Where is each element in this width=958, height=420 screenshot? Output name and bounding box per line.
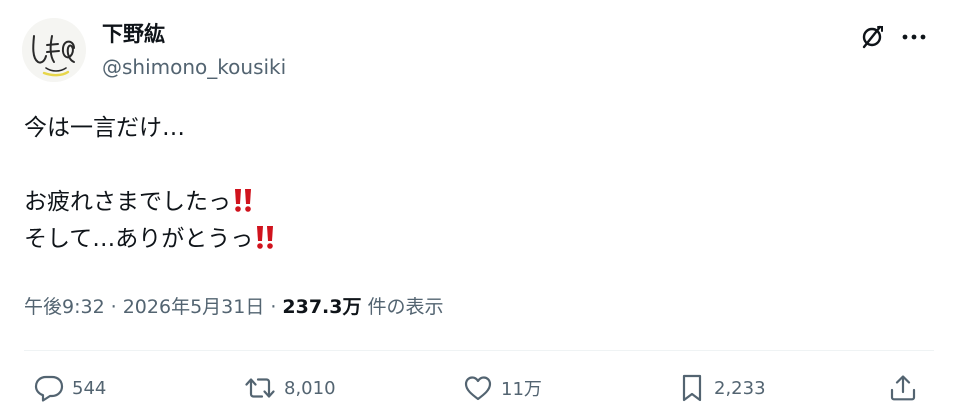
retweet-icon [245, 378, 275, 398]
divider [24, 350, 934, 351]
tweet-line: そして…ありがとうっ [24, 221, 276, 258]
meta-separator: · [110, 296, 117, 318]
more-options-button[interactable] [898, 22, 930, 52]
meta-separator: · [270, 296, 277, 318]
grok-slash-icon [862, 25, 883, 49]
retweet-button[interactable]: 8,010 [244, 372, 336, 404]
tweet-date[interactable]: 2026年5月31日 [123, 296, 265, 318]
tweet-line: 今は一言だけ… [24, 115, 185, 141]
bookmark-button[interactable]: 2,233 [678, 372, 766, 404]
views-label: 件の表示 [367, 296, 444, 318]
grok-button[interactable] [857, 22, 887, 52]
author-handle[interactable]: @shimono_kousiki [102, 54, 286, 80]
tweet-meta: 午後9:32 · 2026年5月31日 · 237.3万 件の表示 [24, 293, 444, 321]
avatar-image [22, 18, 86, 82]
reply-icon [34, 375, 64, 402]
like-count: 11万 [501, 379, 542, 400]
tweet-card: 下野紘 @shimono_kousiki 今は一言だけ… お疲れさまでしたっ そ… [0, 0, 958, 420]
tweet-line-text: お疲れさまでしたっ [24, 189, 231, 215]
tweet-text: 今は一言だけ… お疲れさまでしたっ そして…ありがとうっ [24, 110, 276, 258]
reply-count: 544 [72, 377, 107, 399]
bookmark-count: 2,233 [714, 377, 766, 399]
tweet-line: お疲れさまでしたっ [24, 184, 276, 221]
share-button[interactable] [888, 372, 918, 404]
tweet-line-text: そして…ありがとうっ [24, 226, 254, 252]
more-horizontal-icon [902, 34, 926, 40]
double-exclamation-emoji [232, 187, 254, 225]
tweet-time[interactable]: 午後9:32 [24, 296, 105, 318]
views-count[interactable]: 237.3万 [282, 296, 361, 318]
reply-button[interactable]: 544 [34, 372, 106, 404]
heart-icon [464, 376, 492, 401]
retweet-count: 8,010 [284, 377, 336, 399]
double-exclamation-emoji [254, 224, 276, 262]
author-display-name[interactable]: 下野紘 [102, 20, 165, 48]
like-button[interactable]: 11万 [463, 372, 542, 404]
bookmark-icon [682, 374, 702, 402]
avatar[interactable] [22, 18, 86, 82]
share-icon [890, 375, 916, 401]
